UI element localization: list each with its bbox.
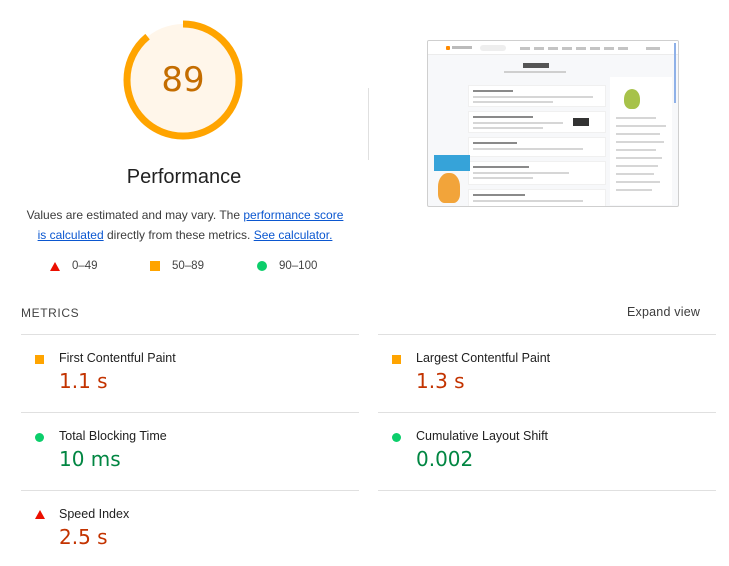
metric-cumulative-layout-shift: Cumulative Layout Shift 0.002: [392, 429, 712, 489]
score-description: Values are estimated and may vary. The p…: [22, 205, 348, 245]
divider: [21, 334, 359, 335]
metric-total-blocking-time: Total Blocking Time 10 ms: [35, 429, 355, 489]
fail-triangle-icon: [35, 510, 45, 519]
metric-largest-contentful-paint: Largest Contentful Paint 1.3 s: [392, 351, 712, 411]
metric-speed-index: Speed Index 2.5 s: [35, 507, 355, 566]
vertical-divider: [368, 88, 369, 160]
legend-range: 50–89: [172, 260, 204, 272]
final-screenshot-thumbnail[interactable]: [427, 40, 679, 207]
legend-pass: 90–100: [257, 260, 317, 272]
pass-circle-icon: [392, 433, 401, 442]
metric-name: First Contentful Paint: [59, 351, 176, 365]
divider: [21, 490, 359, 491]
legend-fail: 0–49: [50, 260, 98, 272]
average-square-icon: [150, 261, 160, 271]
metric-name: Cumulative Layout Shift: [416, 429, 549, 443]
divider: [378, 490, 716, 491]
score-value: 89: [161, 60, 205, 100]
score-scale-legend: 0–49 50–89 90–100: [0, 260, 370, 278]
legend-range: 90–100: [279, 260, 318, 272]
divider: [21, 412, 359, 413]
metric-value: 2.5 s: [59, 525, 108, 549]
metric-name: Largest Contentful Paint: [416, 351, 551, 365]
divider: [378, 334, 716, 335]
average-square-icon: [35, 355, 44, 364]
metric-name: Speed Index: [59, 507, 130, 521]
pass-circle-icon: [257, 261, 267, 271]
pass-circle-icon: [35, 433, 44, 442]
description-text-middle: directly from these metrics.: [103, 228, 254, 242]
metrics-header: METRICS: [21, 306, 80, 320]
metric-first-contentful-paint: First Contentful Paint 1.1 s: [35, 351, 355, 411]
category-title: Performance: [126, 166, 242, 188]
divider: [378, 412, 716, 413]
metric-value: 0.002: [416, 447, 474, 471]
expand-view-toggle[interactable]: Expand view: [627, 305, 700, 319]
legend-range: 0–49: [72, 260, 98, 272]
average-square-icon: [392, 355, 401, 364]
metric-name: Total Blocking Time: [59, 429, 167, 443]
metric-value: 1.3 s: [416, 369, 465, 393]
description-text: Values are estimated and may vary. The: [26, 208, 244, 222]
performance-score-gauge: 89: [121, 18, 245, 142]
thumb-topbar: [428, 41, 678, 55]
fail-triangle-icon: [50, 261, 60, 271]
see-calculator-link[interactable]: See calculator.: [254, 228, 333, 242]
metric-value: 10 ms: [59, 447, 121, 471]
metric-value: 1.1 s: [59, 369, 108, 393]
legend-average: 50–89: [150, 260, 204, 272]
